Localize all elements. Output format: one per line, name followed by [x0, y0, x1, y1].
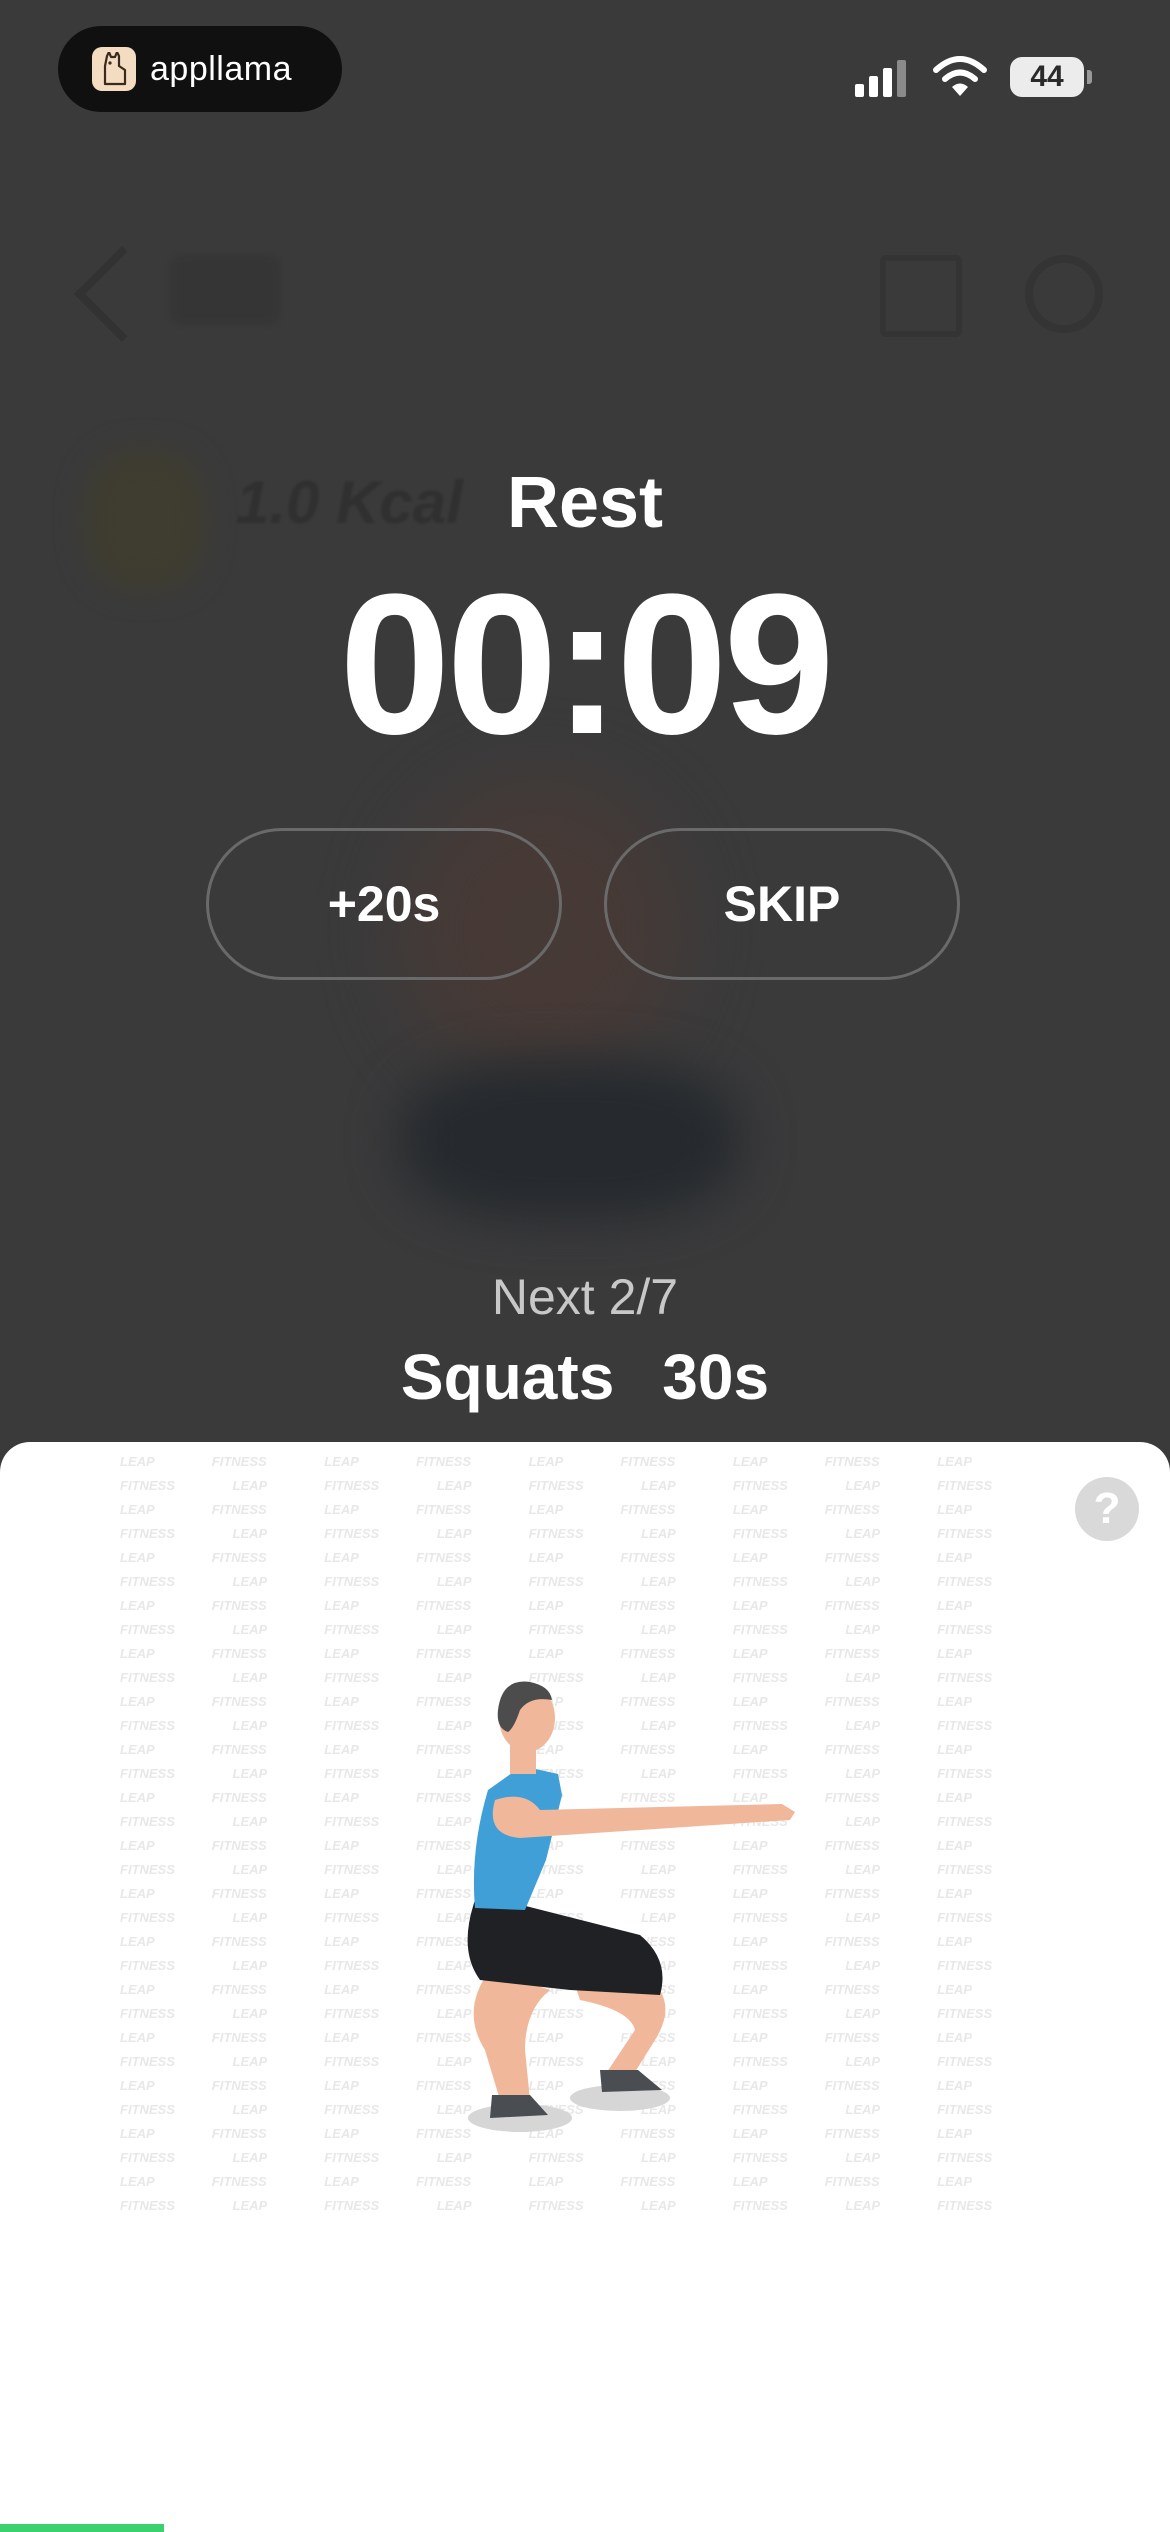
rest-title: Rest: [506, 463, 664, 543]
next-exercise-name: Squats: [400, 1341, 615, 1413]
signal-icon: [855, 60, 906, 97]
battery-icon: 44: [1010, 57, 1084, 97]
workout-progress-track: [0, 2524, 1170, 2532]
back-arrow-icon: [73, 245, 171, 343]
appllama-badge: appllama: [58, 26, 342, 112]
expand-icon: [880, 255, 962, 337]
help-icon[interactable]: ?: [1075, 1477, 1139, 1541]
workout-progress-bar: [0, 2524, 164, 2532]
rest-timer: 00:09: [339, 553, 835, 776]
blurred-figure-lower: [400, 1060, 740, 1220]
exercise-counter-blurred: [170, 255, 280, 325]
add-20s-button[interactable]: +20s: [206, 828, 562, 980]
next-exercise-counter: Next 2/7: [491, 1269, 679, 1325]
next-exercise-duration: 30s: [662, 1341, 770, 1413]
llama-logo-icon: [92, 47, 136, 91]
settings-gear-icon: [1025, 255, 1103, 333]
wifi-icon: [933, 56, 987, 96]
skip-button[interactable]: SKIP: [604, 828, 960, 980]
squat-figure-illustration: [467, 1681, 795, 2132]
next-exercise-title: Squats 30s: [0, 1340, 1170, 1414]
app-badge-label: appllama: [150, 49, 292, 88]
battery-cap: [1087, 70, 1092, 84]
